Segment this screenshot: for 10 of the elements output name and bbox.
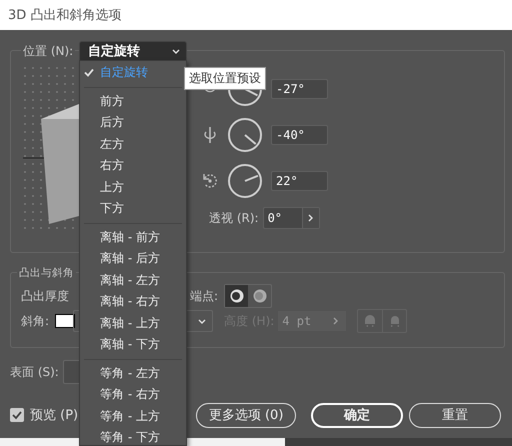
perspective-label: 透视 (R):	[209, 210, 259, 226]
bevel-label: 斜角:	[21, 312, 50, 330]
cap-label: 端点:	[190, 288, 218, 304]
tooltip: 选取位置预设	[184, 67, 266, 90]
preview-label: 预览 (P)	[30, 407, 78, 424]
window-title: 3D 凸出和斜角选项	[8, 7, 122, 24]
depth-label: 凸出厚度	[21, 288, 69, 304]
extrude-legend: 凸出与斜角	[17, 266, 76, 280]
surface-label: 表面 (S):	[10, 364, 59, 380]
position-label: 位置 (N):	[21, 42, 76, 60]
